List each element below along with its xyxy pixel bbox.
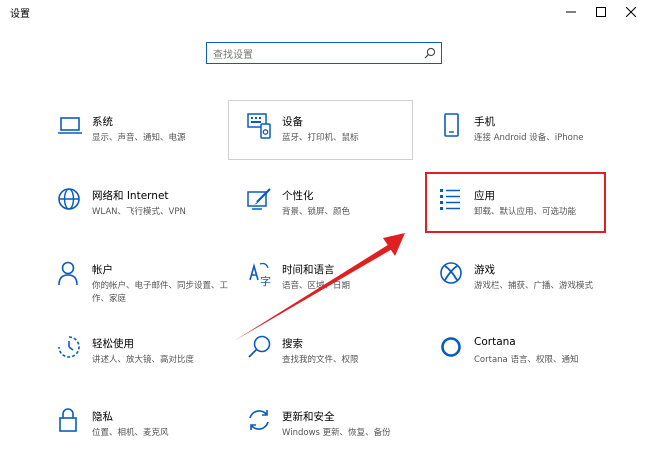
category-network[interactable]: 网络和 Internet WLAN、飞行模式、VPN — [56, 186, 241, 244]
category-title: 时间和语言 — [282, 264, 335, 276]
ease-of-access-icon — [56, 334, 84, 362]
category-desc: Cortana 语言、权限、通知 — [474, 355, 579, 365]
maximize-button[interactable] — [586, 0, 616, 24]
svg-text:字: 字 — [260, 274, 271, 288]
category-desc: 查找我的文件、权限 — [282, 355, 359, 365]
category-system[interactable]: 系统 显示、声音、通知、电源 — [56, 112, 241, 170]
laptop-icon — [56, 112, 84, 140]
category-title: 更新和安全 — [282, 411, 335, 423]
category-desc: 连接 Android 设备、iPhone — [474, 133, 584, 143]
person-icon — [56, 260, 84, 288]
keyboard-icon — [246, 112, 274, 140]
category-title: 帐户 — [92, 264, 113, 276]
category-title: 手机 — [474, 116, 495, 128]
cortana-icon — [438, 334, 466, 362]
category-desc: 语音、区域、日期 — [282, 281, 351, 291]
phone-icon — [438, 112, 466, 140]
update-icon — [246, 407, 274, 435]
time-language-icon: 字 — [246, 260, 274, 288]
category-title: 轻松使用 — [92, 338, 134, 350]
xbox-icon — [438, 260, 466, 288]
category-cortana[interactable]: Cortana Cortana 语言、权限、通知 — [438, 334, 623, 392]
category-update-security[interactable]: 更新和安全 Windows 更新、恢复、备份 — [246, 407, 431, 465]
close-button[interactable] — [616, 0, 646, 24]
category-gaming[interactable]: 游戏 游戏栏、捕获、广播、游戏模式 — [438, 260, 623, 318]
lock-icon — [56, 407, 84, 435]
highlight-box — [425, 172, 606, 233]
category-title: 网络和 Internet — [92, 190, 169, 202]
search-input[interactable] — [207, 45, 413, 66]
category-title: 隐私 — [92, 411, 113, 423]
category-title: 个性化 — [282, 190, 314, 202]
minimize-button[interactable] — [556, 0, 586, 24]
category-privacy[interactable]: 隐私 位置、相机、麦克风 — [56, 407, 241, 465]
category-search[interactable]: 搜索 查找我的文件、权限 — [246, 334, 431, 392]
category-desc: WLAN、飞行模式、VPN — [92, 207, 186, 217]
category-accounts[interactable]: 帐户 你的帐户、电子邮件、同步设置、工作、家庭 — [56, 260, 241, 318]
category-time-language[interactable]: 字 时间和语言 语音、区域、日期 — [246, 260, 431, 318]
category-desc: 讲述人、放大镜、高对比度 — [92, 355, 195, 365]
category-desc: 你的帐户、电子邮件、同步设置、工作、家庭 — [92, 281, 229, 304]
category-desc: 蓝牙、打印机、鼠标 — [282, 133, 359, 143]
category-devices[interactable]: 设备 蓝牙、打印机、鼠标 — [246, 112, 431, 170]
category-personalization[interactable]: 个性化 背景、锁屏、颜色 — [246, 186, 431, 244]
title-bar: 设置 — [0, 0, 650, 24]
category-phone[interactable]: 手机 连接 Android 设备、iPhone — [438, 112, 623, 170]
category-title: 设备 — [282, 116, 303, 128]
minimize-icon — [566, 11, 576, 13]
category-title: 游戏 — [474, 264, 495, 276]
paintbrush-icon — [246, 186, 274, 214]
category-desc: 背景、锁屏、颜色 — [282, 207, 351, 217]
globe-icon — [56, 186, 84, 214]
maximize-icon — [596, 7, 606, 17]
category-title: Cortana — [474, 336, 516, 348]
category-title: 搜索 — [282, 338, 303, 350]
close-icon — [626, 7, 636, 17]
category-desc: 游戏栏、捕获、广播、游戏模式 — [474, 281, 594, 291]
search-icon — [246, 334, 274, 362]
search-icon — [424, 47, 436, 59]
search-box[interactable] — [206, 42, 442, 66]
category-desc: 显示、声音、通知、电源 — [92, 133, 186, 143]
category-ease-of-access[interactable]: 轻松使用 讲述人、放大镜、高对比度 — [56, 334, 241, 392]
category-title: 系统 — [92, 116, 113, 128]
window-title: 设置 — [10, 9, 30, 20]
